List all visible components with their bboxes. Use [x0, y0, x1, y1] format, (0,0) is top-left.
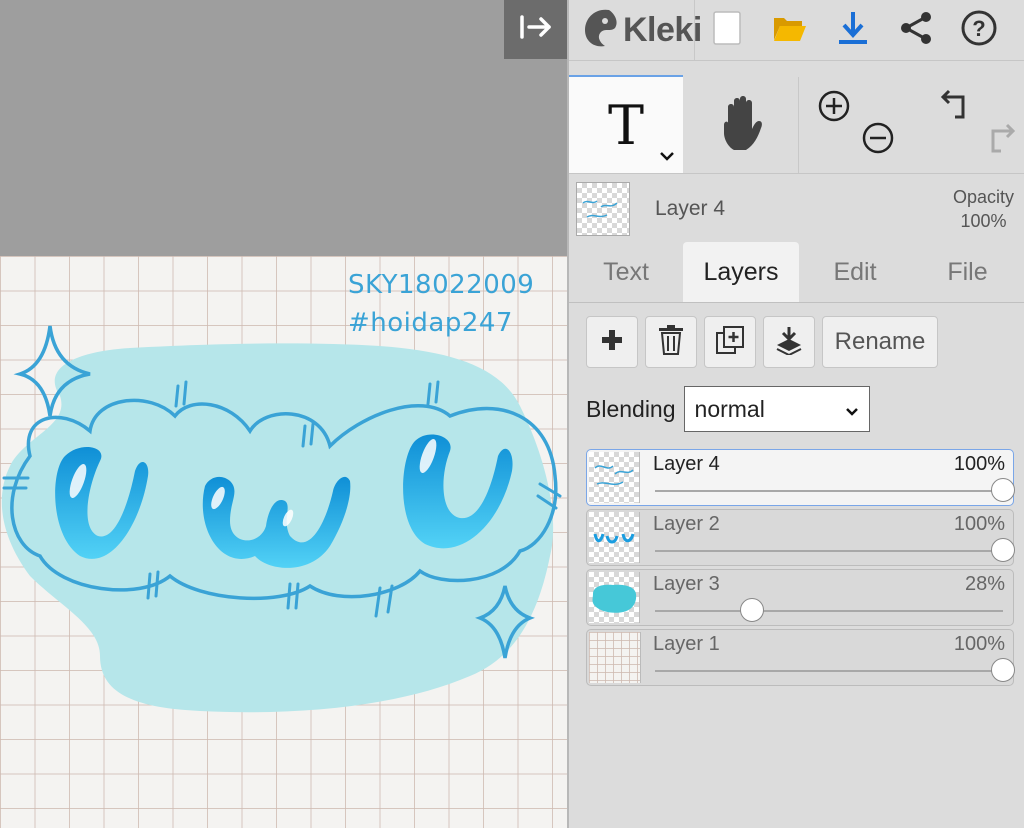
arrow-right-to-bar-icon [519, 14, 553, 45]
text-tool-icon: T [607, 93, 645, 157]
current-layer-name: Layer 4 [655, 197, 726, 220]
share-button[interactable] [884, 0, 947, 60]
current-layer-preview: Layer 4 Opacity 100% [569, 174, 1024, 242]
opacity-slider-handle[interactable] [991, 478, 1015, 502]
download-button[interactable] [821, 0, 884, 60]
help-button[interactable]: ? [947, 0, 1010, 60]
layer-opacity: 100% [953, 633, 1005, 655]
canvas-area[interactable]: SKY18022009 #hoidap247 [0, 0, 567, 828]
zoom-in-icon[interactable] [817, 89, 851, 128]
layer-actions: Rename [586, 316, 938, 368]
opacity-slider-track[interactable] [655, 610, 1003, 612]
opacity-slider-handle[interactable] [991, 658, 1015, 682]
layer-thumbnail [589, 572, 640, 623]
layer-item[interactable]: Layer 1 100% [586, 629, 1015, 686]
opacity-slider-track[interactable] [655, 490, 1003, 492]
opacity-slider-handle[interactable] [740, 598, 765, 622]
chevron-down-icon [845, 396, 859, 423]
blending-select[interactable]: normal [683, 386, 870, 432]
opacity-slider-track[interactable] [655, 670, 1003, 672]
layer-thumbnail [589, 632, 641, 683]
artwork [1, 325, 562, 713]
opacity-value: 100% [960, 211, 1007, 231]
blending-value: normal [694, 395, 765, 422]
blending-row: Blending normal [586, 386, 870, 432]
layer-name: Layer 2 [653, 513, 720, 535]
layer-name: Layer 3 [653, 573, 720, 595]
panel-tabs: Text Layers Edit File [569, 242, 1024, 303]
opacity-label: Opacity [952, 187, 1014, 207]
text-tool-button[interactable]: T [569, 77, 683, 173]
layer-item[interactable]: Layer 3 28% [586, 569, 1014, 626]
current-layer-thumbnail [576, 182, 630, 236]
trash-icon [658, 324, 684, 360]
artwork-text-line2: #hoidap247 [348, 308, 513, 338]
layer-item[interactable]: Layer 2 100% [586, 509, 1015, 566]
duplicate-layer-button[interactable] [704, 316, 756, 368]
layer-thumbnail [589, 512, 640, 563]
tool-row: T [569, 75, 1024, 174]
layer-thumbnail [589, 452, 640, 503]
layer-opacity: 100% [953, 513, 1005, 535]
undo-icon[interactable] [937, 89, 973, 128]
merge-down-icon [774, 325, 804, 360]
open-file-button[interactable] [758, 0, 821, 60]
add-layer-button[interactable] [586, 316, 638, 368]
tab-layers[interactable]: Layers [683, 242, 799, 302]
zoom-controls [799, 77, 909, 173]
chevron-down-icon[interactable] [659, 149, 675, 167]
opacity-slider-handle[interactable] [991, 538, 1015, 562]
artwork-text-line1: SKY18022009 [348, 270, 535, 300]
open-folder-icon [772, 12, 808, 49]
tab-text[interactable]: Text [569, 242, 683, 302]
tab-edit[interactable]: Edit [799, 242, 911, 302]
layer-item[interactable]: Layer 4 100% [586, 449, 1015, 506]
layer-name: Layer 1 [653, 633, 720, 655]
download-icon [837, 10, 869, 51]
zoom-out-icon[interactable] [861, 121, 895, 160]
side-panel: Kleki ? T Layer 4 Opacity 100% Text Laye… [567, 0, 1024, 828]
layer-opacity: 28% [964, 573, 1005, 595]
share-icon [898, 10, 934, 51]
hand-tool-button[interactable] [683, 77, 799, 173]
collapse-panel-button[interactable] [504, 0, 567, 59]
tab-file[interactable]: File [911, 242, 1024, 302]
rename-layer-button[interactable]: Rename [822, 316, 938, 368]
app-logo[interactable]: Kleki [569, 0, 702, 60]
layer-name: Layer 4 [653, 453, 720, 475]
help-icon: ? [960, 9, 998, 52]
duplicate-icon [715, 325, 745, 360]
blending-label: Blending [586, 395, 676, 422]
current-layer-opacity: Opacity 100% [953, 185, 1014, 233]
history-controls [909, 77, 1024, 173]
redo-icon[interactable] [983, 121, 1019, 160]
svg-text:?: ? [972, 16, 985, 41]
new-file-button[interactable] [695, 0, 758, 60]
plus-icon [600, 328, 624, 357]
drawing-canvas[interactable]: SKY18022009 #hoidap247 [0, 256, 567, 828]
app-name: Kleki [623, 10, 702, 49]
new-file-icon [712, 10, 742, 51]
layer-opacity: 100% [953, 453, 1005, 475]
layer-list: Layer 4 100% Layer 2 100% Layer 3 28% La… [586, 449, 1015, 689]
hand-icon [716, 93, 766, 158]
kleki-logo-icon [581, 6, 621, 55]
opacity-slider-track[interactable] [655, 550, 1003, 552]
top-toolbar: Kleki ? [569, 0, 1024, 61]
merge-down-button[interactable] [763, 316, 815, 368]
delete-layer-button[interactable] [645, 316, 697, 368]
